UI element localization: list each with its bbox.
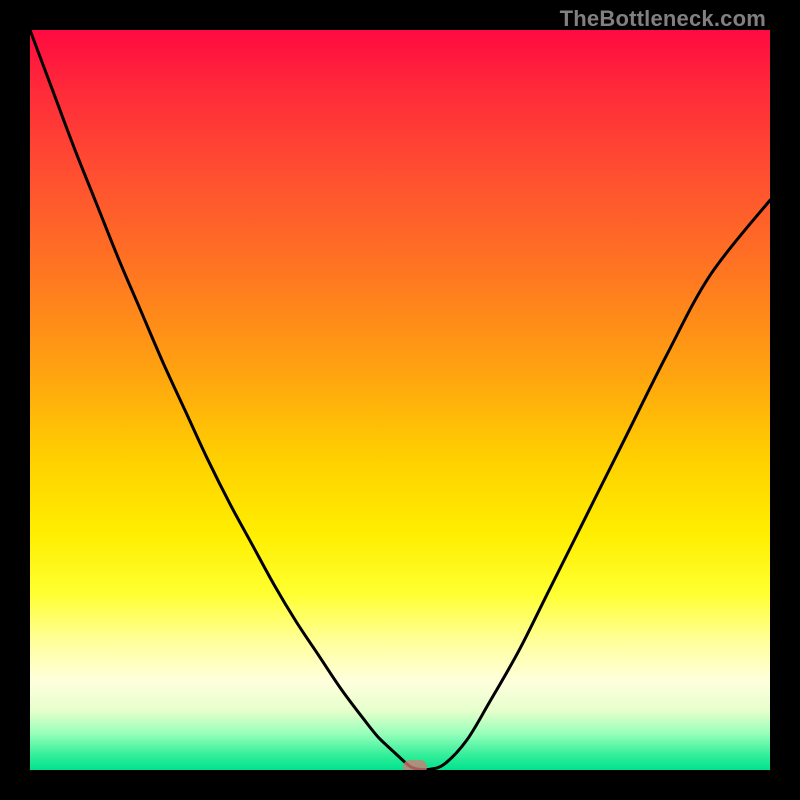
minimum-marker [403, 760, 427, 770]
chart-frame: TheBottleneck.com [0, 0, 800, 800]
plot-area [30, 30, 770, 770]
bottleneck-curve [30, 30, 770, 770]
watermark-label: TheBottleneck.com [560, 6, 766, 32]
